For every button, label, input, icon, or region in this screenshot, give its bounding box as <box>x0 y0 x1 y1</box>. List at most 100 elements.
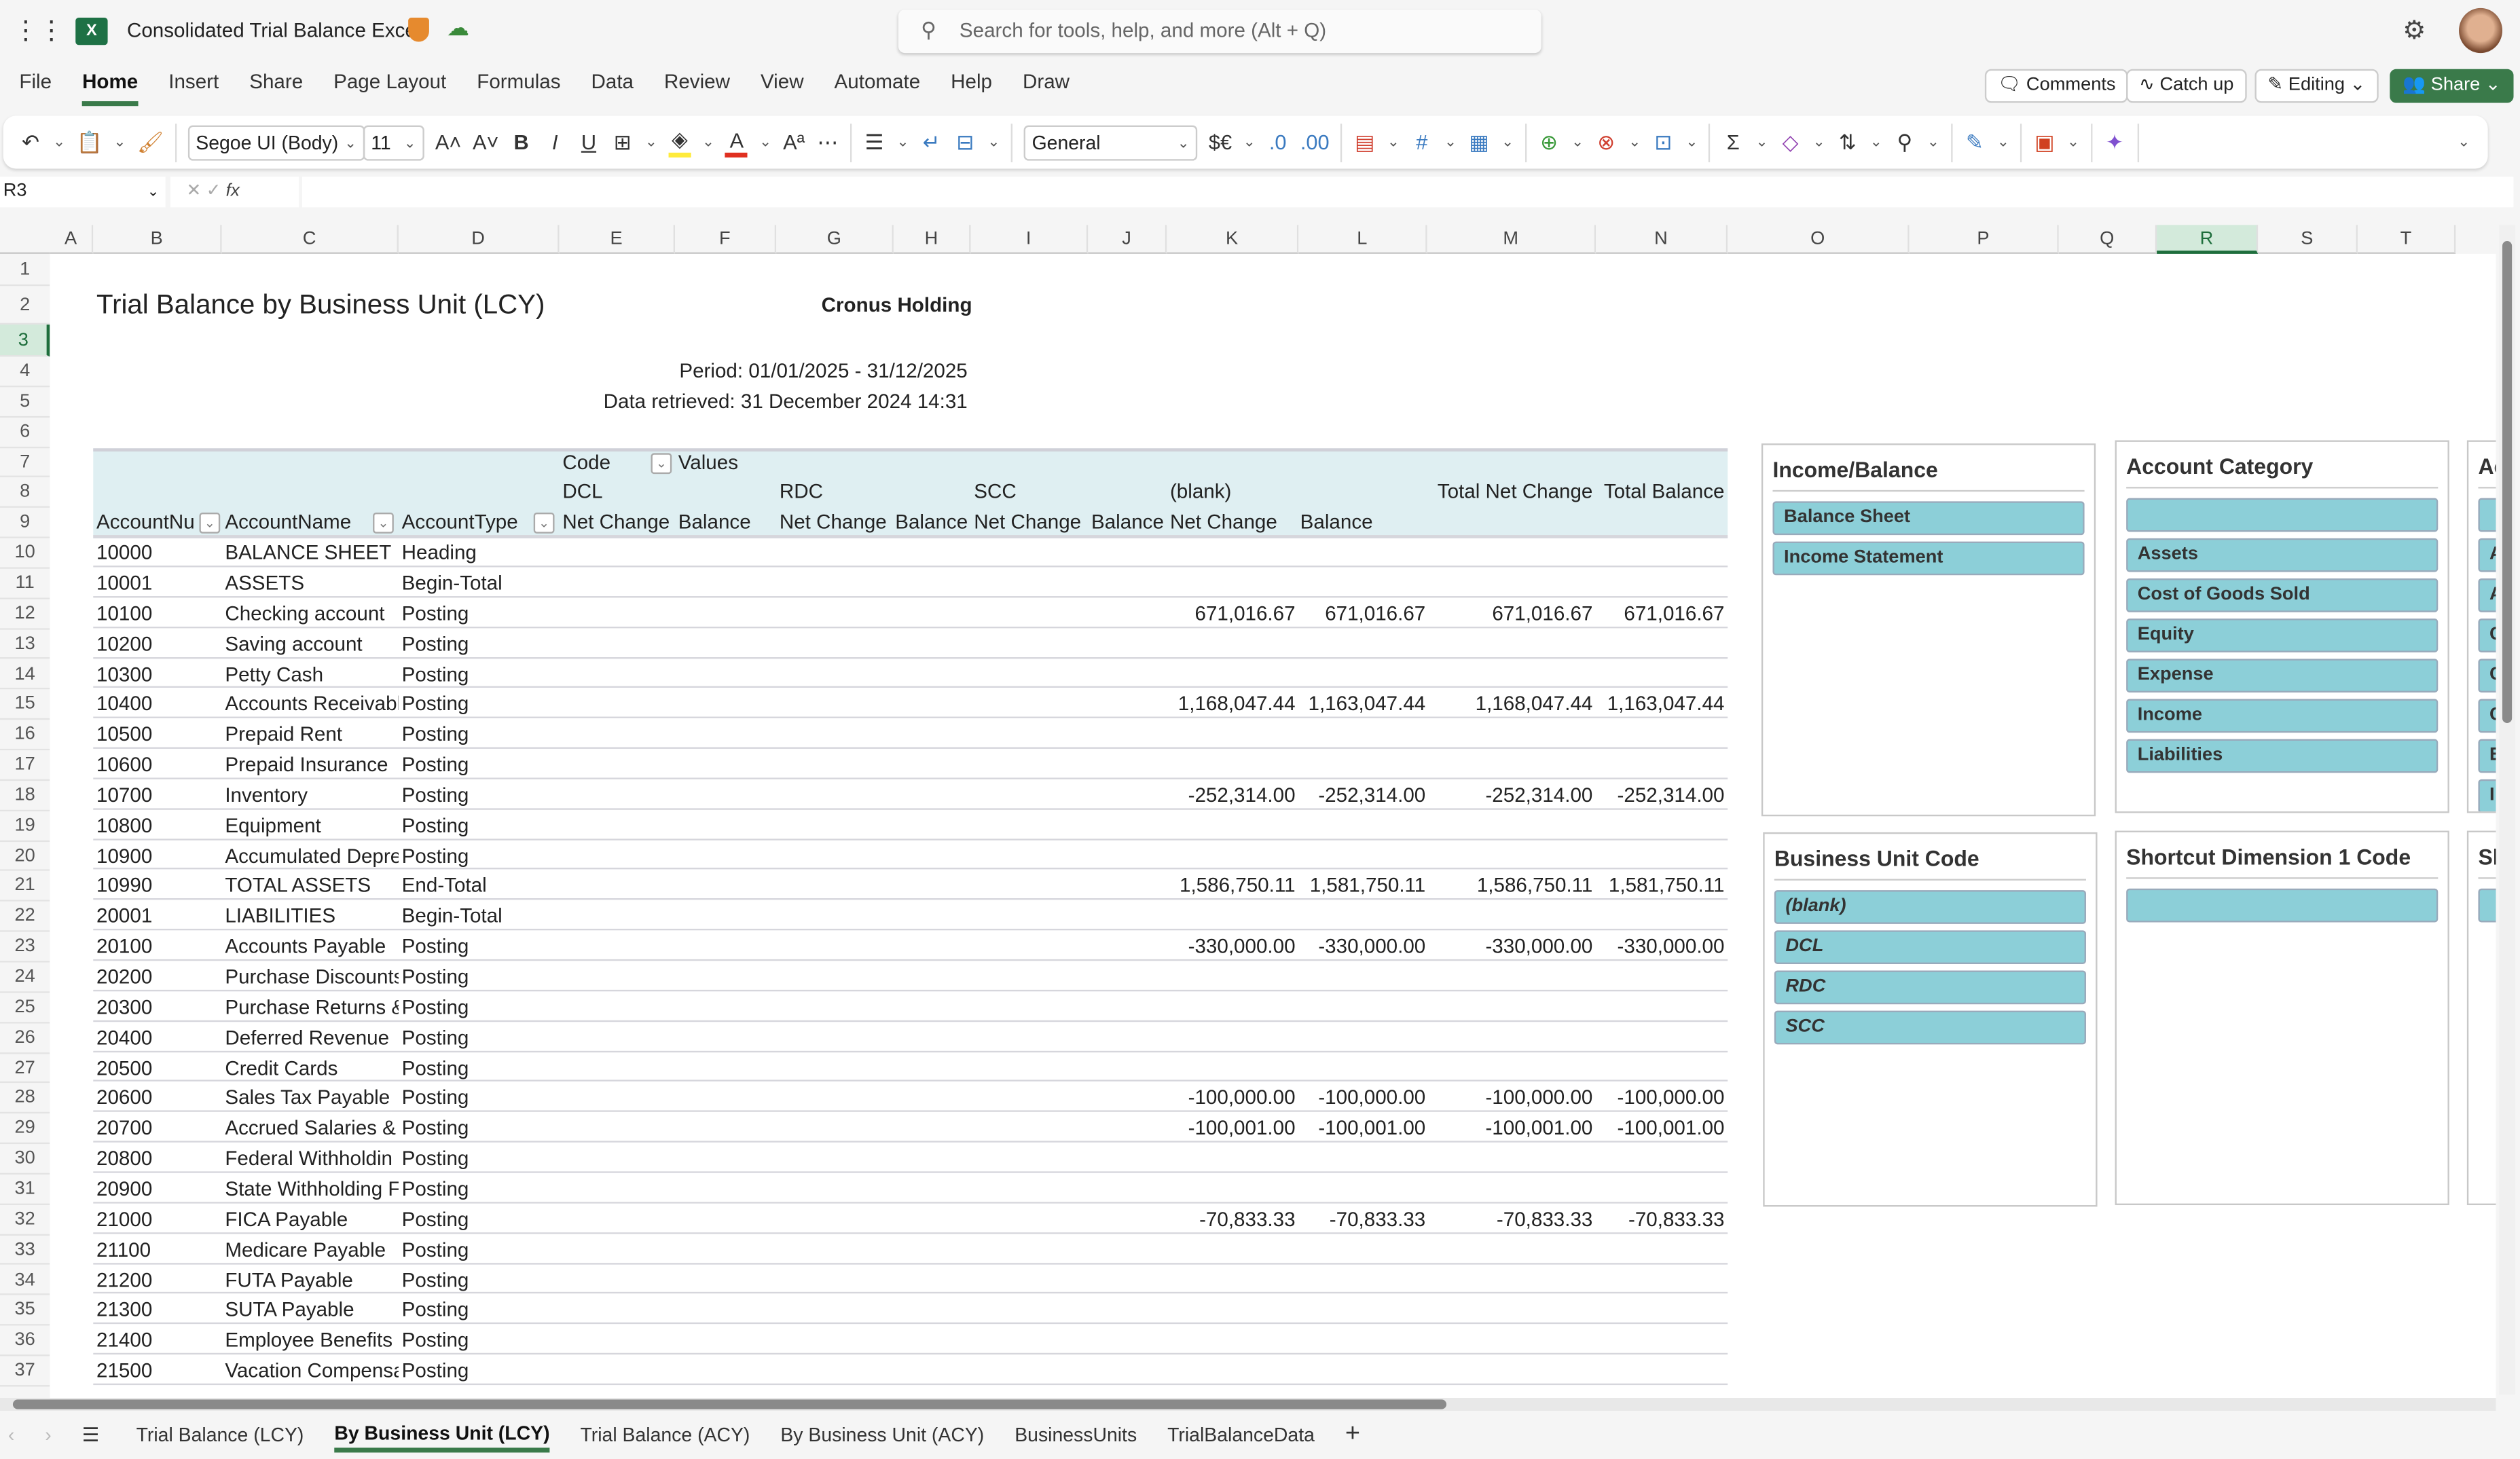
vertical-scrollbar[interactable] <box>2499 225 2515 1395</box>
column-header-N[interactable]: N <box>1596 225 1728 254</box>
row-header[interactable]: 15 <box>0 690 50 720</box>
search-input[interactable]: Search for tools, help, and more (Alt + … <box>898 10 1541 54</box>
enter-check-icon[interactable]: ✓ <box>206 181 221 200</box>
slicer-item[interactable]: C <box>2478 659 2496 693</box>
next-sheet-icon[interactable]: › <box>45 1424 51 1446</box>
increase-decimal-icon[interactable]: .0 <box>1266 130 1289 155</box>
undo-icon[interactable]: ↶ <box>19 130 41 155</box>
tab-automate[interactable]: Automate <box>835 71 921 106</box>
settings-gear-icon[interactable]: ⚙ <box>2403 14 2426 46</box>
row-header[interactable]: 22 <box>0 902 50 933</box>
slicer-item[interactable]: C <box>2478 699 2496 733</box>
account-number-filter-dropdown[interactable]: ⌄ <box>199 513 221 534</box>
insert-function-icon[interactable]: fx <box>226 181 240 200</box>
row-header[interactable]: 5 <box>0 387 50 418</box>
slicer-item[interactable]: Expense <box>2126 659 2439 693</box>
chevron-down-icon[interactable]: ⌄ <box>147 177 159 207</box>
row-header[interactable]: 24 <box>0 962 50 993</box>
slicer-item[interactable]: A <box>2478 538 2496 572</box>
sheet-tab[interactable]: TrialBalanceData <box>1167 1424 1315 1446</box>
prev-sheet-icon[interactable]: ‹ <box>8 1424 14 1446</box>
row-header[interactable]: 30 <box>0 1144 50 1175</box>
user-avatar[interactable] <box>2459 7 2502 54</box>
row-header[interactable]: 10 <box>0 538 50 569</box>
column-header-Q[interactable]: Q <box>2058 225 2157 254</box>
expand-ribbon-icon[interactable]: ⌄ <box>2453 133 2475 151</box>
autosum-icon[interactable]: Σ <box>1722 130 1745 155</box>
column-header-H[interactable]: H <box>893 225 971 254</box>
horizontal-scroll-thumb[interactable] <box>12 1399 1447 1409</box>
wrap-text-icon[interactable]: ↵ <box>920 130 943 155</box>
code-filter-dropdown[interactable]: ⌄ <box>651 452 672 474</box>
slicer-item[interactable]: E <box>2478 739 2496 773</box>
row-header[interactable]: 35 <box>0 1295 50 1326</box>
select-all-button[interactable] <box>0 225 50 254</box>
underline-icon[interactable]: U <box>577 130 600 155</box>
vertical-scroll-thumb[interactable] <box>2502 241 2513 724</box>
decrease-font-size-icon[interactable]: A˅ <box>473 130 498 155</box>
slicer-item[interactable]: RDC <box>1774 970 2086 1005</box>
font-color-icon[interactable]: A <box>725 128 748 157</box>
column-header-A[interactable]: A <box>50 225 94 254</box>
row-header[interactable]: 4 <box>0 356 50 388</box>
copilot-icon[interactable]: ✦ <box>2103 130 2125 155</box>
column-header-D[interactable]: D <box>398 225 560 254</box>
row-header[interactable]: 9 <box>0 508 50 539</box>
cancel-icon[interactable]: ✕ <box>187 181 202 200</box>
sheet-tab[interactable]: BusinessUnits <box>1015 1424 1137 1446</box>
row-header[interactable]: 17 <box>0 750 50 781</box>
row-header[interactable]: 8 <box>0 477 50 509</box>
clear-icon[interactable]: ◇ <box>1779 130 1802 155</box>
currency-format-icon[interactable]: $€ <box>1209 130 1232 155</box>
row-header[interactable]: 21 <box>0 871 50 902</box>
row-header[interactable]: 7 <box>0 447 50 478</box>
document-title[interactable]: Consolidated Trial Balance Excel <box>127 19 421 41</box>
delete-cells-icon[interactable]: ⊗ <box>1595 130 1618 155</box>
tab-home[interactable]: Home <box>82 71 139 107</box>
row-header[interactable]: 18 <box>0 780 50 811</box>
formula-input[interactable] <box>302 177 2514 208</box>
row-header[interactable]: 13 <box>0 629 50 660</box>
format-cells-icon[interactable]: ⊡ <box>1652 130 1675 155</box>
column-header-O[interactable]: O <box>1728 225 1910 254</box>
row-header[interactable]: 19 <box>0 811 50 842</box>
slicer-item[interactable]: (blank) <box>1774 890 2086 924</box>
worksheet-grid[interactable]: Trial Balance by Business Unit (LCY) Cron… <box>50 253 2496 1399</box>
conditional-formatting-icon[interactable]: ▤ <box>1353 130 1376 155</box>
tab-file[interactable]: File <box>19 71 52 106</box>
column-header-J[interactable]: J <box>1088 225 1167 254</box>
tab-page-layout[interactable]: Page Layout <box>333 71 446 106</box>
sensitivity-shield-icon[interactable] <box>408 18 429 42</box>
slicer-item[interactable]: DCL <box>1774 930 2086 965</box>
row-header[interactable]: 37 <box>0 1356 50 1387</box>
row-header[interactable]: 2 <box>0 286 50 325</box>
all-sheets-menu-icon[interactable]: ☰ <box>82 1424 99 1446</box>
row-header[interactable]: 36 <box>0 1325 50 1356</box>
number-format-select[interactable]: General ⌄ <box>1023 124 1198 160</box>
column-header-E[interactable]: E <box>559 225 676 254</box>
column-header-T[interactable]: T <box>2357 225 2456 254</box>
slicer-item[interactable]: Equity <box>2126 618 2439 652</box>
find-icon[interactable]: ⚲ <box>1893 130 1916 155</box>
sheet-tab[interactable]: By Business Unit (LCY) <box>334 1417 550 1453</box>
tab-insert[interactable]: Insert <box>168 71 219 106</box>
slicer-item[interactable] <box>2478 888 2496 923</box>
fill-color-icon[interactable]: ◈ <box>668 127 691 158</box>
borders-icon[interactable]: ⊞ <box>611 130 634 155</box>
cell-styles-icon[interactable]: ▦ <box>1467 130 1490 155</box>
insert-cells-icon[interactable]: ⊕ <box>1537 130 1560 155</box>
row-header[interactable]: 33 <box>0 1235 50 1266</box>
column-header-P[interactable]: P <box>1909 225 2059 254</box>
slicer-item[interactable] <box>2126 498 2439 532</box>
cloud-saved-icon[interactable]: ☁ <box>447 14 469 41</box>
tab-view[interactable]: View <box>761 71 804 106</box>
sheet-tab[interactable]: Trial Balance (LCY) <box>136 1424 304 1446</box>
column-header-B[interactable]: B <box>93 225 222 254</box>
account-type-filter-dropdown[interactable]: ⌄ <box>533 513 555 534</box>
slicer-item[interactable]: I <box>2478 779 2496 812</box>
column-header-I[interactable]: I <box>970 225 1089 254</box>
slicer-item[interactable] <box>2478 498 2496 532</box>
italic-icon[interactable]: I <box>544 130 566 155</box>
editing-mode-button[interactable]: ✎ Editing ⌄ <box>2254 69 2379 103</box>
row-header[interactable]: 27 <box>0 1053 50 1084</box>
